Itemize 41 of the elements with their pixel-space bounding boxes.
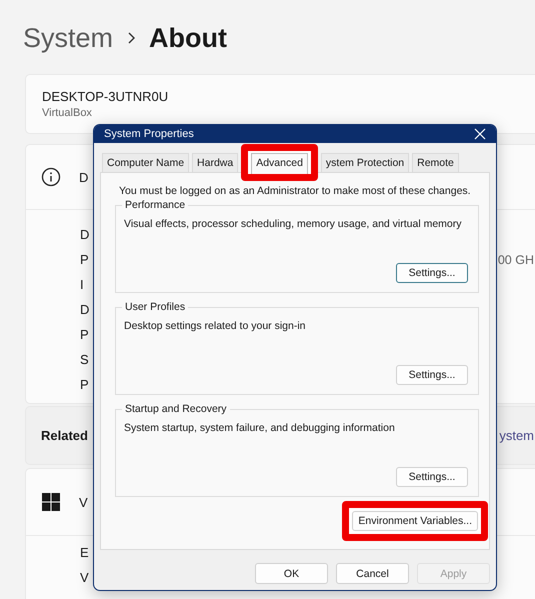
spec-label: P [80, 377, 89, 392]
page-title: About [149, 22, 227, 54]
tab[interactable]: Hardwa [192, 153, 238, 172]
spec-label: I [80, 277, 84, 292]
settings-button[interactable]: Settings... [396, 365, 468, 385]
group-title: Startup and Recovery [122, 403, 230, 415]
section-heading: V [79, 494, 88, 510]
environment-variables-button[interactable]: Environment Variables... [352, 511, 478, 531]
section-heading: D [79, 170, 88, 184]
close-icon[interactable] [474, 128, 486, 140]
dialog-button[interactable]: OK [255, 563, 328, 584]
notice-text: You must be logged on as an Administrator to make most of these changes. [118, 185, 472, 197]
spec-label: P [80, 252, 89, 267]
spec-label: P [80, 327, 89, 342]
settings-button[interactable]: Settings... [396, 263, 468, 283]
chevron-icon [127, 32, 136, 44]
group-title: User Profiles [122, 301, 188, 313]
spec-label: D [80, 227, 90, 242]
tab[interactable]: ystem Protection [320, 153, 410, 172]
spec-label: V [80, 570, 89, 585]
spec-value: 00 GH [498, 252, 535, 266]
spec-label: D [80, 302, 90, 317]
settings-button[interactable]: Settings... [396, 467, 468, 487]
group-description: Visual effects, processor scheduling, memory usage, and virtual memory [124, 218, 463, 230]
device-model: VirtualBox [42, 107, 93, 119]
windows-icon [41, 492, 61, 512]
group-description: System startup, system failure, and debugging information [124, 422, 396, 434]
tab[interactable]: Computer Name [102, 153, 190, 172]
group-title: Performance [122, 199, 188, 211]
related-link[interactable]: ystem [499, 428, 535, 443]
dialog-button[interactable]: Cancel [336, 563, 409, 584]
spec-label: S [80, 352, 89, 367]
device-name: DESKTOP-3UTNR0U [42, 89, 170, 104]
info-icon [41, 167, 61, 187]
tab[interactable]: Remote [412, 153, 459, 172]
dialog-title: System Properties [104, 128, 194, 140]
breadcrumb-parent[interactable]: System [23, 22, 114, 54]
spec-label: E [80, 545, 89, 560]
group-description: Desktop settings related to your sign-in [124, 320, 307, 332]
related-label: Related [41, 428, 88, 443]
tab[interactable]: Advanced [251, 153, 308, 174]
